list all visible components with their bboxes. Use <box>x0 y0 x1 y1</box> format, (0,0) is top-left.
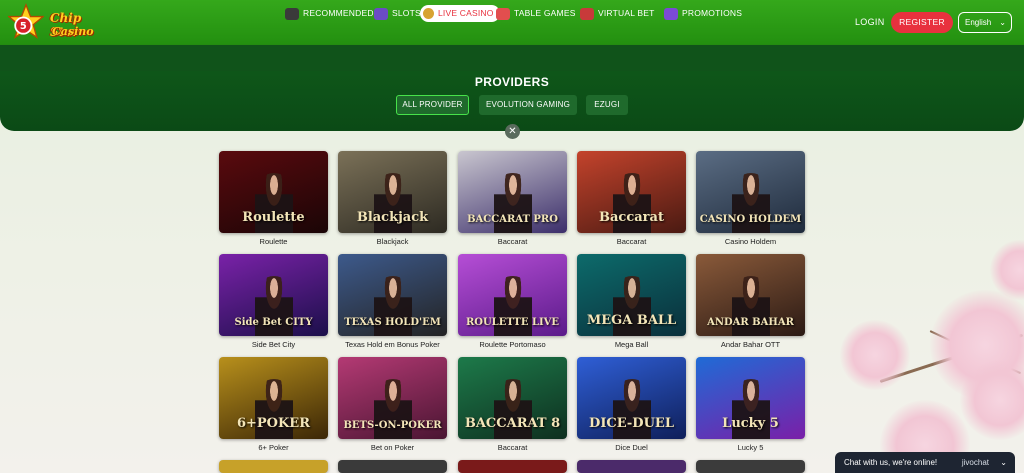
nav-promotions[interactable]: PROMOTIONS <box>664 5 742 22</box>
game-thumbnail[interactable] <box>338 460 447 473</box>
game-title[interactable]: Side Bet City <box>219 340 328 349</box>
provider-ezugi[interactable]: EZUGI <box>586 95 628 115</box>
nav-label: VIRTUAL BET <box>598 8 655 18</box>
nav-label: SLOTS <box>392 8 421 18</box>
thumbnail-title: Roulette <box>242 210 305 225</box>
close-icon[interactable]: ✕ <box>505 124 520 139</box>
thumbnail-title: BACCARAT PRO <box>467 214 558 225</box>
providers-title: PROVIDERS <box>474 75 550 89</box>
game-thumbnail[interactable]: Baccarat <box>577 151 686 233</box>
dice-icon <box>496 7 510 20</box>
game-title[interactable]: Casino Holdem <box>696 237 805 246</box>
thumbnail-title: Lucky 5 <box>722 416 779 431</box>
nav-recommended[interactable]: RECOMMENDED <box>285 5 374 22</box>
provider-evolution-gaming[interactable]: EVOLUTION GAMING <box>479 95 577 115</box>
game-title[interactable]: Baccarat <box>458 443 567 452</box>
thumbnail-title: CASINO HOLDEM <box>699 214 802 225</box>
language-label: English <box>965 18 992 27</box>
thumbnail-title: Baccarat <box>599 210 664 225</box>
nav-label: PROMOTIONS <box>682 8 743 18</box>
slot-machine-icon <box>374 7 388 20</box>
nav-live-casino[interactable]: LIVE CASINO <box>420 5 500 22</box>
chat-brand: jivochat <box>961 458 989 467</box>
game-thumbnail[interactable]: BACCARAT 8 <box>458 357 567 439</box>
chip-icon <box>423 8 434 19</box>
thumbnail-title: Blackjack <box>356 210 429 225</box>
chevron-down-icon: ⌄ <box>1000 458 1007 467</box>
language-select[interactable]: English ⌄ <box>958 12 1012 33</box>
nav-label: RECOMMENDED <box>303 8 374 18</box>
thumbnail-title: Side Bet CITY <box>234 317 313 328</box>
game-thumbnail[interactable] <box>577 460 686 473</box>
star-logo-icon: 5 <box>8 3 44 39</box>
thumbnail-title: BETS-ON-POKER <box>343 420 442 431</box>
game-thumbnail[interactable]: ANDAR BAHAR <box>696 254 805 336</box>
game-title[interactable]: Mega Ball <box>577 340 686 349</box>
controller-icon <box>285 7 299 20</box>
game-title[interactable]: Bet on Poker <box>338 443 447 452</box>
game-title[interactable]: Lucky 5 <box>696 443 805 452</box>
game-title[interactable]: Blackjack <box>338 237 447 246</box>
game-title[interactable]: Dice Duel <box>577 443 686 452</box>
thumbnail-title: 6+POKER <box>236 416 311 431</box>
racing-icon <box>580 7 594 20</box>
game-title[interactable]: Texas Hold em Bonus Poker <box>338 340 447 349</box>
game-title[interactable]: Roulette <box>219 237 328 246</box>
provider-all-provider[interactable]: ALL PROVIDER <box>396 95 469 115</box>
game-thumbnail[interactable]: BETS-ON-POKER <box>338 357 447 439</box>
thumbnail-title: BACCARAT 8 <box>464 416 561 431</box>
gift-icon <box>664 7 678 20</box>
thumbnail-title: ANDAR BAHAR <box>707 317 794 328</box>
thumbnail-title: MEGA BALL <box>586 313 677 328</box>
game-thumbnail[interactable]: TEXAS HOLD'EM <box>338 254 447 336</box>
thumbnail-title: DICE-DUEL <box>589 416 674 431</box>
game-thumbnail[interactable]: DICE-DUEL <box>577 357 686 439</box>
nav-label: TABLE GAMES <box>514 8 576 18</box>
thumbnail-title: TEXAS HOLD'EM <box>344 317 441 328</box>
game-title[interactable]: 6+ Poker <box>219 443 328 452</box>
thumbnail-title: ROULETTE LIVE <box>465 317 560 328</box>
chat-label: Chat with us, we're online! <box>844 458 938 467</box>
chat-widget[interactable]: Chat with us, we're online! jivochat ⌄ <box>835 452 1015 473</box>
game-thumbnail[interactable]: CASINO HOLDEM <box>696 151 805 233</box>
game-thumbnail[interactable] <box>458 460 567 473</box>
game-title[interactable]: Roulette Portomaso <box>458 340 567 349</box>
category-nav <box>0 45 1024 71</box>
nav-virtual-bet[interactable]: VIRTUAL BET <box>580 5 655 22</box>
game-thumbnail[interactable]: 6+POKER <box>219 357 328 439</box>
svg-text:5: 5 <box>20 21 27 32</box>
game-thumbnail[interactable] <box>696 460 805 473</box>
game-thumbnail[interactable]: ROULETTE LIVE <box>458 254 567 336</box>
game-thumbnail[interactable] <box>219 460 328 473</box>
game-thumbnail[interactable]: MEGA BALL <box>577 254 686 336</box>
nav-slots[interactable]: SLOTS <box>374 5 421 22</box>
nav-label: LIVE CASINO <box>438 8 494 18</box>
nav-table-games[interactable]: TABLE GAMES <box>496 5 576 22</box>
game-title[interactable]: Baccarat <box>458 237 567 246</box>
login-link[interactable]: LOGIN <box>855 17 885 27</box>
site-logo[interactable]: 5 Chip Star Casino <box>6 3 96 43</box>
game-thumbnail[interactable]: Roulette <box>219 151 328 233</box>
game-thumbnail[interactable]: Blackjack <box>338 151 447 233</box>
chevron-down-icon: ⌄ <box>999 18 1006 27</box>
game-title[interactable]: Baccarat <box>577 237 686 246</box>
game-thumbnail[interactable]: Lucky 5 <box>696 357 805 439</box>
game-thumbnail[interactable]: Side Bet CITY <box>219 254 328 336</box>
register-button[interactable]: REGISTER <box>891 12 953 33</box>
game-title[interactable]: Andar Bahar OTT <box>696 340 805 349</box>
brand-subname: Casino <box>52 25 94 38</box>
game-thumbnail[interactable]: BACCARAT PRO <box>458 151 567 233</box>
